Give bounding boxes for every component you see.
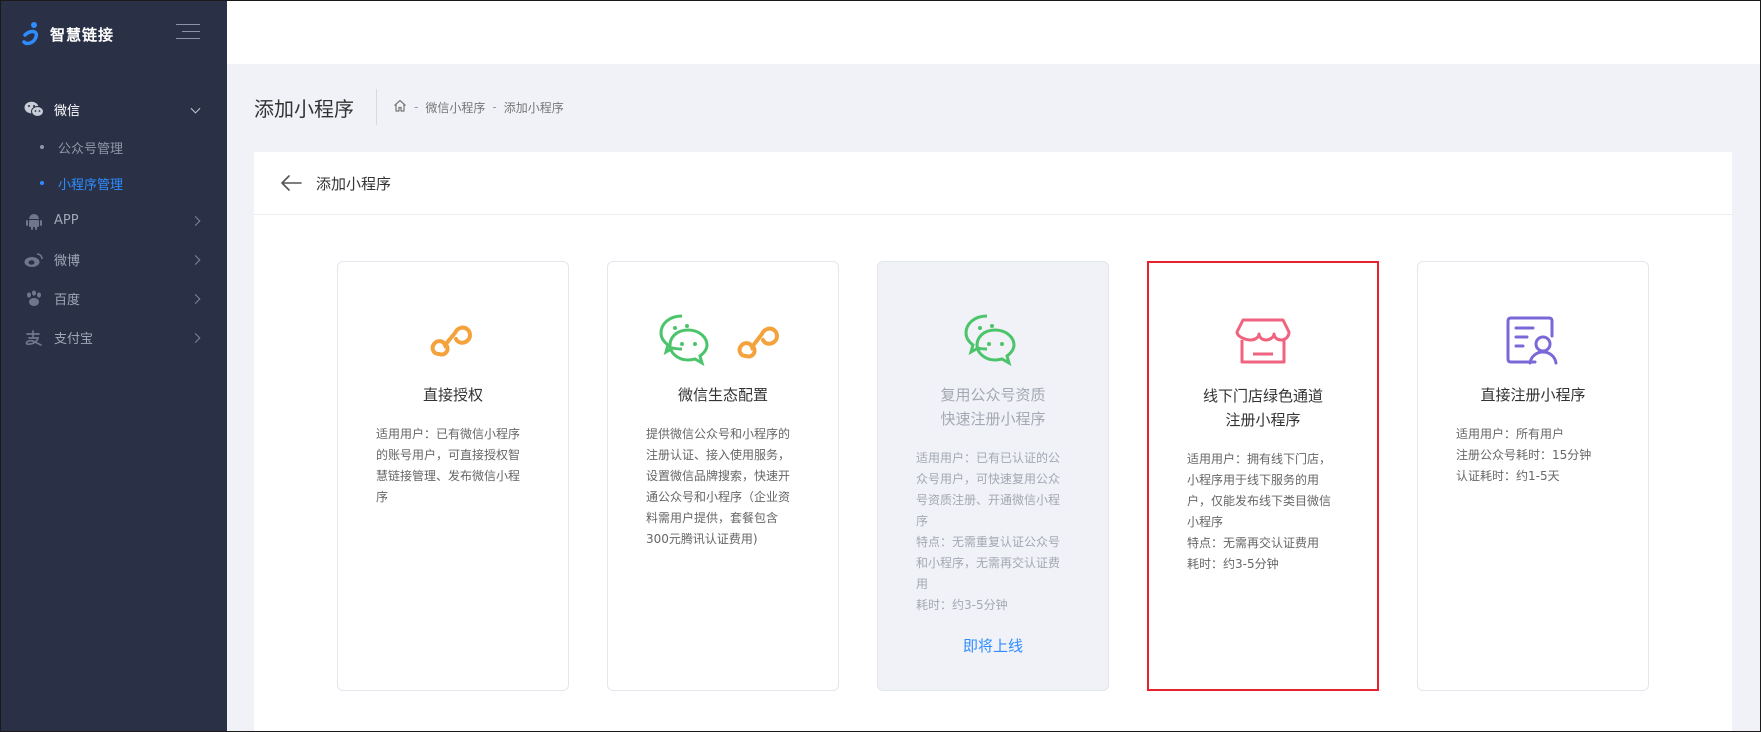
brand[interactable]: 智慧链接: [22, 19, 114, 49]
breadcrumb-separator: -: [492, 100, 497, 114]
baidu-paw-icon: [24, 290, 44, 308]
bullet-icon: [40, 181, 44, 185]
card-description: 提供微信公众号和小程序的 注册认证、接入使用服务， 设置微信品牌搜索，快速开 通…: [646, 424, 810, 550]
desc-line: 耗时：约3-5分钟: [916, 598, 1008, 612]
sidebar: 智慧链接 微信 公众号管理 小程序管理 APP 微博 百度 支付宝: [0, 0, 227, 732]
android-icon: [24, 212, 44, 230]
sidebar-item-label: 微信: [54, 104, 81, 119]
desc-line: 通公众号和小程序（企业资: [646, 490, 791, 504]
sidebar-subitem-label: 小程序管理: [58, 177, 124, 193]
desc-line: 小程序: [1187, 515, 1224, 529]
option-card-wechat-ecosystem[interactable]: 微信生态配置 提供微信公众号和小程序的 注册认证、接入使用服务， 设置微信品牌搜…: [607, 261, 839, 691]
alipay-icon: [24, 329, 44, 347]
card-title: 复用公众号资质 快速注册小程序: [888, 383, 1098, 431]
id-card-icon: [1418, 312, 1648, 368]
desc-line: 耗时：约3-5分钟: [1187, 557, 1279, 571]
desc-line: 的账号用户，可直接授权智: [376, 448, 521, 462]
brand-logo-icon: [22, 22, 39, 46]
wechat-link-icon: [608, 312, 838, 368]
chevron-right-icon: [190, 215, 201, 226]
weibo-icon: [24, 251, 44, 269]
breadcrumb-item[interactable]: 微信小程序: [425, 99, 485, 116]
option-card-direct-auth[interactable]: 直接授权 适用用户：已有微信小程序 的账号用户，可直接授权智 慧链接管理、发布微…: [337, 261, 569, 691]
card-description: 适用用户：已有微信小程序 的账号用户，可直接授权智 慧链接管理、发布微信小程 序: [376, 424, 540, 508]
desc-line: 特点：无需重复认证公众号: [916, 535, 1061, 549]
link-icon: [338, 312, 568, 368]
sidebar-item-label: 百度: [54, 293, 81, 308]
card-title: 线下门店绿色通道 注册小程序: [1159, 384, 1367, 432]
top-bar: [227, 0, 1761, 64]
desc-line: 慧链接管理、发布微信小程: [376, 469, 521, 483]
card-title-line: 快速注册小程序: [940, 410, 1046, 428]
desc-line: 300元腾讯认证费用): [646, 532, 758, 546]
sidebar-item-baidu[interactable]: 百度: [0, 279, 227, 318]
header-divider: [376, 89, 377, 125]
desc-line: 序: [376, 490, 389, 504]
desc-line: 序: [916, 514, 929, 528]
breadcrumb-separator: -: [414, 100, 419, 114]
desc-line: 适用用户：拥有线下门店，: [1187, 452, 1332, 466]
desc-line: 和小程序，无需再交认证费: [916, 556, 1061, 570]
desc-line: 注册公众号耗时：15分钟: [1456, 448, 1592, 462]
sidebar-item-app[interactable]: APP: [0, 201, 227, 240]
back-arrow-icon[interactable]: [280, 174, 302, 192]
card-title-line: 复用公众号资质: [940, 386, 1046, 404]
option-card-direct-register[interactable]: 直接注册小程序 适用用户：所有用户 注册公众号耗时：15分钟 认证耗时：约1-5…: [1417, 261, 1649, 691]
card-title: 微信生态配置: [677, 386, 768, 404]
desc-line: 小程序用于线下服务的用: [1187, 473, 1320, 487]
page-title: 添加小程序: [254, 96, 354, 121]
sidebar-subitem-label: 公众号管理: [58, 141, 124, 157]
sidebar-item-alipay[interactable]: 支付宝: [0, 318, 227, 357]
card-title: 直接注册小程序: [1480, 386, 1586, 404]
desc-line: 设置微信品牌搜索，快速开: [646, 469, 791, 483]
brand-name: 智慧链接: [50, 25, 115, 44]
option-card-reuse-qualification: 复用公众号资质 快速注册小程序 适用用户：已有已认证的公 众号用户，可快速复用公…: [877, 261, 1109, 691]
sidebar-item-label: APP: [54, 213, 79, 228]
panel-header: 添加小程序: [254, 152, 1732, 215]
coming-soon-link[interactable]: 即将上线: [878, 635, 1108, 656]
desc-line: 认证耗时：约1-5天: [1456, 469, 1560, 483]
card-description: 适用用户：所有用户 注册公众号耗时：15分钟 认证耗时：约1-5天: [1456, 424, 1620, 487]
breadcrumb-item: 添加小程序: [503, 100, 564, 115]
sidebar-item-wechat[interactable]: 微信: [0, 90, 227, 129]
page-header: 添加小程序 - 微信小程序 - 添加小程序: [254, 89, 564, 125]
card-title: 直接授权: [422, 386, 483, 404]
card-description: 适用用户：拥有线下门店， 小程序用于线下服务的用 户，仅能发布线下类目微信 小程…: [1187, 449, 1349, 575]
desc-line: 适用用户：所有用户: [1456, 427, 1565, 441]
desc-line: 注册认证、接入使用服务，: [646, 448, 791, 462]
store-icon: [1149, 313, 1377, 369]
sidebar-subitem-mini-programs[interactable]: 小程序管理: [0, 165, 227, 201]
panel-title: 添加小程序: [316, 174, 392, 193]
desc-line: 用: [916, 577, 929, 591]
content-panel: 添加小程序 直接授权 适用用户：已有微信小程序 的账号用户，可直接授权智 慧链接…: [254, 152, 1732, 732]
sidebar-item-weibo[interactable]: 微博: [0, 240, 227, 279]
card-title-line: 注册小程序: [1225, 411, 1301, 429]
menu-collapse-button[interactable]: [176, 24, 200, 42]
desc-line: 提供微信公众号和小程序的: [646, 427, 791, 441]
chevron-right-icon: [190, 254, 201, 265]
chevron-down-icon: [190, 103, 201, 114]
card-description: 适用用户：已有已认证的公 众号用户，可快速复用公众 号资质注册、开通微信小程 序…: [916, 448, 1080, 616]
home-icon[interactable]: [393, 99, 407, 115]
desc-line: 号资质注册、开通微信小程: [916, 493, 1061, 507]
wechat-icon: [878, 312, 1108, 368]
chevron-right-icon: [190, 293, 201, 304]
desc-line: 特点：无需再交认证费用: [1187, 536, 1320, 550]
card-title-line: 线下门店绿色通道: [1202, 387, 1323, 405]
desc-line: 适用用户：已有已认证的公: [916, 451, 1061, 465]
desc-line: 料需用户提供，套餐包含: [646, 511, 779, 525]
desc-line: 户，仅能发布线下类目微信: [1187, 494, 1332, 508]
sidebar-item-label: 微博: [54, 254, 81, 269]
breadcrumb: - 微信小程序 - 添加小程序: [393, 99, 564, 116]
desc-line: 众号用户，可快速复用公众: [916, 472, 1061, 486]
option-card-offline-store[interactable]: 线下门店绿色通道 注册小程序 适用用户：拥有线下门店， 小程序用于线下服务的用 …: [1147, 261, 1379, 691]
bullet-icon: [40, 145, 44, 149]
sidebar-item-label: 支付宝: [54, 332, 94, 347]
wechat-icon: [24, 101, 44, 119]
chevron-right-icon: [190, 332, 201, 343]
sidebar-menu: 微信 公众号管理 小程序管理 APP 微博 百度 支付宝: [0, 90, 227, 357]
desc-line: 适用用户：已有微信小程序: [376, 427, 521, 441]
sidebar-subitem-official-accounts[interactable]: 公众号管理: [0, 129, 227, 165]
